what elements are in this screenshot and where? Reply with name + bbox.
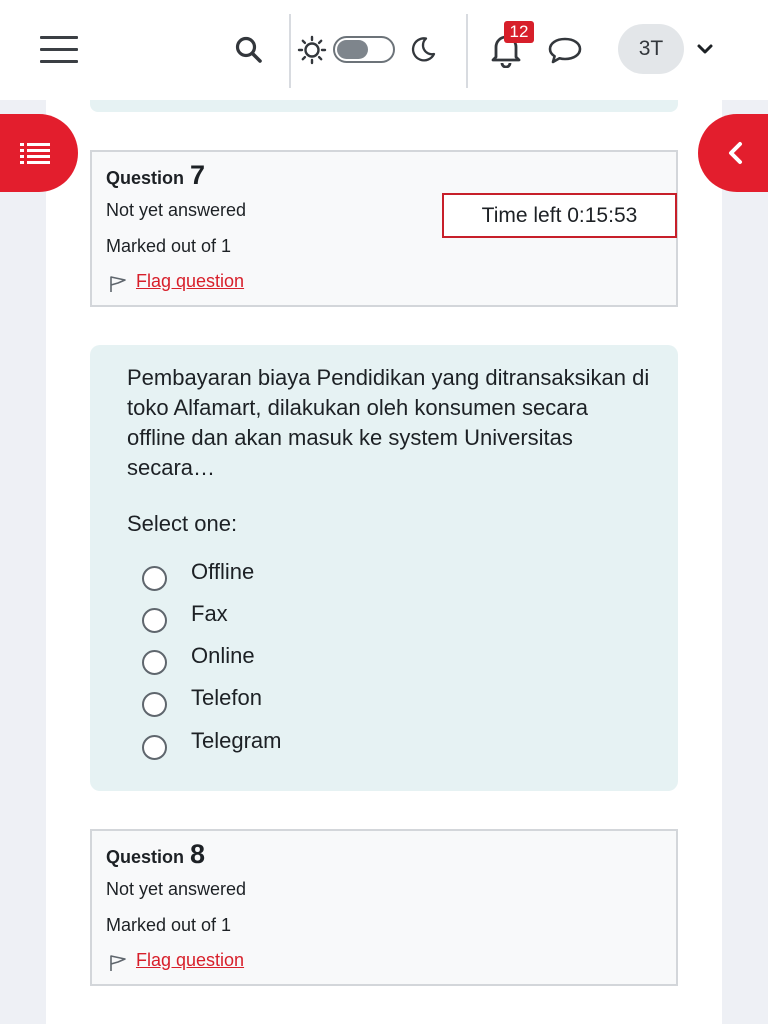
flag-question-label[interactable]: Flag question xyxy=(136,950,244,970)
top-navbar: 12 3T xyxy=(0,0,768,100)
question-state: Not yet answered xyxy=(106,200,247,220)
question-info-box: Question 8 Not yet answered Marked out of… xyxy=(90,829,678,986)
notification-count-badge: 12 xyxy=(504,21,534,43)
radio-button[interactable] xyxy=(142,692,167,717)
question-title: Question 7 xyxy=(106,160,205,191)
quiz-navigation-drawer-button[interactable] xyxy=(0,114,78,192)
question-number: 7 xyxy=(190,160,206,190)
flag-question-link[interactable]: Flag question xyxy=(106,271,244,292)
menu-icon[interactable] xyxy=(40,36,78,64)
flag-icon xyxy=(110,955,126,971)
question-label: Question xyxy=(106,847,185,867)
question-grade: Marked out of 1 xyxy=(106,915,232,935)
list-icon xyxy=(20,143,50,164)
answer-label[interactable]: Fax xyxy=(191,601,228,627)
question-number: 8 xyxy=(190,839,206,869)
answer-label[interactable]: Online xyxy=(191,643,255,669)
search-icon[interactable] xyxy=(232,33,266,67)
flag-question-label[interactable]: Flag question xyxy=(136,271,244,291)
answer-label[interactable]: Offline xyxy=(191,559,254,585)
question-label: Question xyxy=(106,168,185,188)
question-state: Not yet answered xyxy=(106,879,247,899)
answer-label[interactable]: Telegram xyxy=(191,728,281,754)
chevron-down-icon[interactable] xyxy=(696,41,714,57)
navbar-divider xyxy=(289,14,291,88)
question-text: Pembayaran biaya Pendidikan yang ditrans… xyxy=(127,365,650,480)
answer-label[interactable]: Telefon xyxy=(191,685,262,711)
radio-button[interactable] xyxy=(142,608,167,633)
flag-question-link[interactable]: Flag question xyxy=(106,950,244,971)
radio-button[interactable] xyxy=(142,566,167,591)
radio-button[interactable] xyxy=(142,735,167,760)
sun-icon xyxy=(296,34,328,66)
question-grade: Marked out of 1 xyxy=(106,236,232,256)
quiz-timer: Time left 0:15:53 xyxy=(442,193,677,238)
toggle-knob xyxy=(337,40,368,59)
select-one-prompt: Select one: xyxy=(127,511,238,536)
radio-button[interactable] xyxy=(142,650,167,675)
dark-mode-toggle[interactable] xyxy=(333,36,395,63)
question-formulation: Pembayaran biaya Pendidikan yang ditrans… xyxy=(90,345,678,791)
moon-icon xyxy=(408,34,438,64)
flag-icon xyxy=(110,276,126,292)
navbar-divider xyxy=(466,14,468,88)
user-avatar[interactable]: 3T xyxy=(618,24,684,74)
question-title: Question 8 xyxy=(106,839,205,870)
block-drawer-button[interactable] xyxy=(698,114,768,192)
chevron-left-icon xyxy=(729,142,742,164)
chat-icon[interactable] xyxy=(546,34,584,66)
